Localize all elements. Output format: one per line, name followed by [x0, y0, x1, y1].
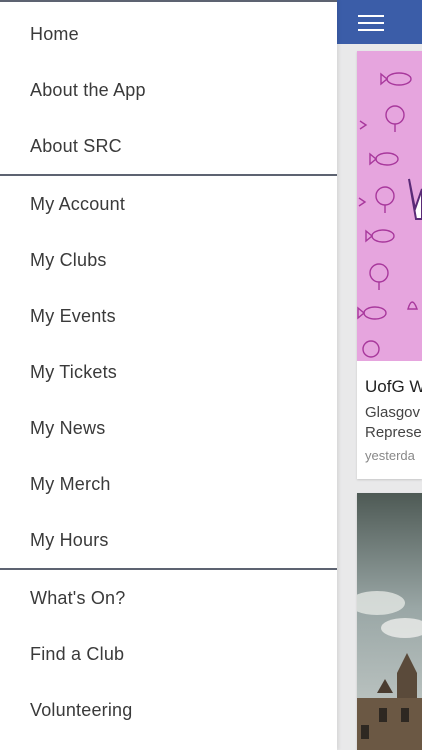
navigation-drawer: Home About the App About SRC My Account … [0, 0, 337, 750]
news-card-image [357, 493, 422, 750]
menu-group-explore: What's On? Find a Club Volunteering [0, 570, 337, 738]
news-card-timestamp: yesterda [365, 448, 415, 463]
menu-item-whats-on[interactable]: What's On? [0, 570, 337, 626]
menu-item-my-tickets[interactable]: My Tickets [0, 344, 337, 400]
news-card-title: UofG W [365, 377, 422, 396]
menu-item-my-events[interactable]: My Events [0, 288, 337, 344]
news-card-subtitle: Represe [365, 424, 422, 441]
menu-item-my-merch[interactable]: My Merch [0, 456, 337, 512]
menu-item-about-app[interactable]: About the App [0, 62, 337, 118]
menu-item-volunteering[interactable]: Volunteering [0, 682, 337, 738]
pattern-graphic [357, 51, 422, 361]
news-card[interactable]: UofG W Glasgov Represe yesterda [357, 51, 422, 479]
news-card-image [357, 51, 422, 361]
menu-item-my-hours[interactable]: My Hours [0, 512, 337, 568]
app-header [337, 0, 422, 44]
menu-item-about-src[interactable]: About SRC [0, 118, 337, 174]
news-card-subtitle: Glasgov [365, 404, 421, 421]
menu-item-my-account[interactable]: My Account [0, 176, 337, 232]
menu-item-my-news[interactable]: My News [0, 400, 337, 456]
drawer-top-divider [0, 0, 337, 5]
menu-item-my-clubs[interactable]: My Clubs [0, 232, 337, 288]
menu-item-home[interactable]: Home [0, 6, 337, 62]
menu-group-app: Home About the App About SRC [0, 6, 337, 174]
hamburger-menu-icon[interactable] [358, 15, 384, 31]
menu-group-account: My Account My Clubs My Events My Tickets… [0, 176, 337, 568]
building-photo [357, 493, 422, 750]
news-card[interactable] [357, 493, 422, 750]
menu-item-find-club[interactable]: Find a Club [0, 626, 337, 682]
